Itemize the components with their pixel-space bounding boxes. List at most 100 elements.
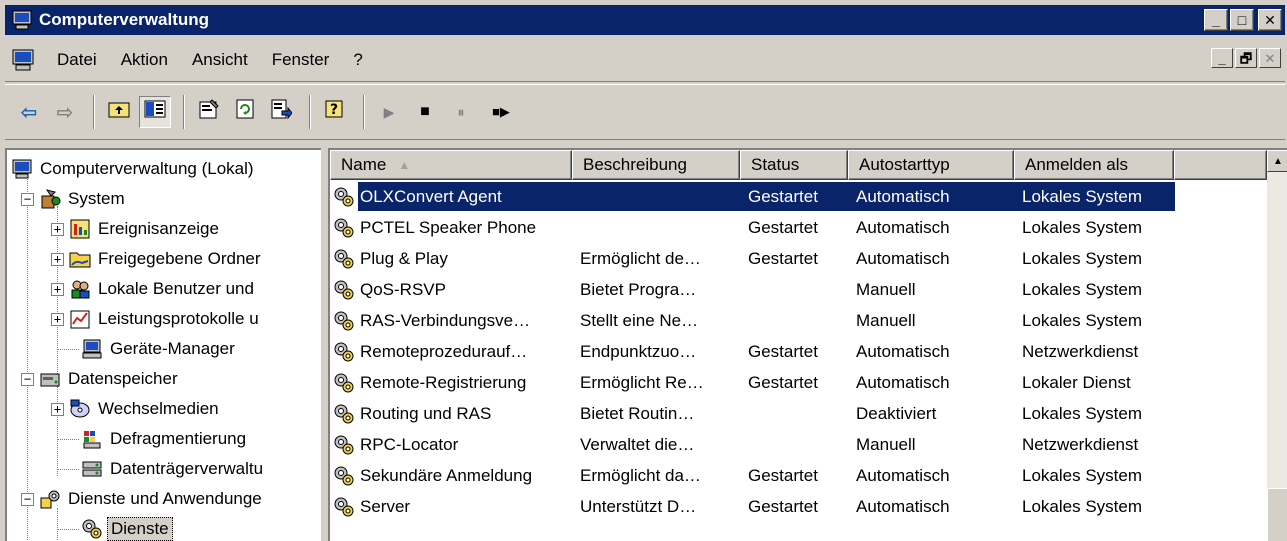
service-row[interactable]: PCTEL Speaker Phone Gestartet Automatisch L… — [330, 212, 1174, 243]
tree-item-device-manager[interactable]: Geräte-Manager — [81, 334, 238, 364]
column-description[interactable]: Beschreibung — [572, 150, 740, 180]
export-list-button[interactable] — [265, 96, 297, 128]
cell-description: Endpunktzuo… — [580, 341, 697, 361]
tree-item-label: Lokale Benutzer und — [98, 279, 254, 298]
cell-description: Bietet Routin… — [580, 403, 695, 423]
service-row[interactable]: OLXConvert Agent Gestartet Automatisch Loka… — [330, 181, 1175, 212]
toolbar-separator — [183, 95, 185, 129]
collapse-toggle[interactable]: − — [21, 192, 34, 206]
column-status[interactable]: Status — [740, 150, 848, 180]
properties-button[interactable] — [193, 96, 225, 128]
scroll-thumb[interactable] — [1267, 488, 1287, 541]
column-label: Anmelden als — [1025, 155, 1129, 174]
service-gear-icon — [332, 464, 356, 488]
tree-item-services[interactable]: Dienste — [81, 514, 173, 541]
toolbar: ⇦ ⇨ ? ▶ ■ ⏸ ■▶ — [5, 84, 1285, 140]
cell-status: Gestartet — [748, 186, 818, 206]
tree-item-storage[interactable]: − Datenspeicher — [21, 364, 181, 394]
tree-item-shared-folders[interactable]: + Freigegebene Ordner — [51, 244, 264, 274]
scroll-up-button[interactable]: ▲ — [1267, 150, 1287, 172]
stop-service-button[interactable]: ■ — [409, 96, 441, 128]
expand-toggle[interactable]: + — [51, 282, 64, 296]
expand-toggle[interactable]: + — [51, 402, 64, 416]
column-startup-type[interactable]: Autostarttyp — [848, 150, 1014, 180]
start-service-button[interactable]: ▶ — [373, 96, 405, 128]
restart-service-button[interactable]: ■▶ — [481, 96, 521, 128]
menu-aktion[interactable]: Aktion — [109, 50, 180, 70]
tree-item-label: Defragmentierung — [110, 429, 247, 448]
forward-button[interactable]: ⇨ — [49, 96, 81, 128]
tree-item-removable-media[interactable]: + Wechselmedien — [51, 394, 222, 424]
service-row[interactable]: Routing und RAS Bietet Routin… Deaktiviert… — [330, 398, 1174, 429]
up-level-button[interactable] — [103, 96, 135, 128]
tree-item-label: Dienste und Anwendunge — [68, 489, 262, 508]
show-hide-tree-button[interactable] — [139, 96, 171, 128]
cell-startup-type: Manuell — [856, 434, 916, 454]
collapse-toggle[interactable]: − — [21, 492, 34, 506]
child-minimize-button[interactable]: _ — [1211, 48, 1233, 68]
cell-logon-as: Lokaler Dienst — [1022, 372, 1131, 392]
tree-item-local-users[interactable]: + Lokale Benutzer und — [51, 274, 257, 304]
minimize-button[interactable]: _ — [1204, 9, 1228, 31]
back-button[interactable]: ⇦ — [13, 96, 45, 128]
expand-toggle[interactable]: + — [51, 222, 64, 236]
refresh-button[interactable] — [229, 96, 261, 128]
tree-item-disk-management[interactable]: Datenträgerverwaltu — [81, 454, 266, 484]
column-logon-as[interactable]: Anmelden als — [1014, 150, 1174, 180]
menu-datei[interactable]: Datei — [45, 50, 109, 70]
service-gear-icon — [332, 247, 356, 271]
cell-name: Remoteprozedurauf… — [360, 341, 528, 361]
child-restore-button[interactable]: 🗗 — [1235, 48, 1257, 68]
cell-name: Routing und RAS — [360, 403, 492, 423]
cell-logon-as: Lokales System — [1022, 248, 1142, 268]
services-icon — [81, 518, 103, 540]
menu-fenster[interactable]: Fenster — [260, 50, 342, 70]
cell-startup-type: Automatisch — [856, 465, 950, 485]
cell-logon-as: Lokales System — [1022, 496, 1142, 516]
column-label: Autostarttyp — [859, 155, 950, 174]
tree-item-label: Computerverwaltung (Lokal) — [40, 159, 254, 178]
tree-item-root[interactable]: Computerverwaltung (Lokal) — [11, 154, 257, 184]
console-icon[interactable] — [11, 48, 35, 72]
service-gear-icon — [332, 371, 356, 395]
service-row[interactable]: Plug & Play Ermöglicht de… Gestartet Automa… — [330, 243, 1174, 274]
tree-item-services-apps[interactable]: − Dienste und Anwendunge — [21, 484, 265, 514]
cell-name: RPC-Locator — [360, 434, 459, 454]
computer-icon — [11, 158, 33, 180]
cell-name: PCTEL Speaker Phone — [360, 217, 537, 237]
service-row[interactable]: Remoteprozedurauf… Endpunktzuo… Gestartet A… — [330, 336, 1174, 367]
cell-logon-as: Netzwerkdienst — [1022, 341, 1139, 361]
menu-ansicht[interactable]: Ansicht — [180, 50, 260, 70]
expand-toggle[interactable]: + — [51, 312, 64, 326]
expand-toggle[interactable]: + — [51, 252, 64, 266]
maximize-button[interactable]: □ — [1230, 9, 1254, 31]
service-row[interactable]: QoS-RSVP Bietet Progra… Manuell Lokales Sys… — [330, 274, 1174, 305]
cell-startup-type: Manuell — [856, 310, 916, 330]
service-row[interactable]: Remote-Registrierung Ermöglicht Re… Gestar… — [330, 367, 1174, 398]
tree-item-label: Ereignisanzeige — [98, 219, 219, 238]
column-name[interactable]: Name ▲ — [330, 150, 572, 180]
title-bar[interactable]: Computerverwaltung _ □ ✕ — [5, 5, 1285, 35]
tree-item-defrag[interactable]: Defragmentierung — [81, 424, 249, 454]
tree-item-performance-logs[interactable]: + Leistungsprotokolle u — [51, 304, 262, 334]
cell-startup-type: Automatisch — [856, 186, 950, 206]
service-row[interactable]: Sekundäre Anmeldung Ermöglicht da… Gestart… — [330, 460, 1174, 491]
service-row[interactable]: RAS-Verbindungsve… Stellt eine Ne… Manuell… — [330, 305, 1174, 336]
vertical-scrollbar[interactable]: ▲ — [1267, 150, 1287, 541]
pause-service-button[interactable]: ⏸ — [445, 96, 477, 128]
storage-icon — [39, 368, 61, 390]
disk-management-icon — [81, 458, 103, 480]
tools-icon — [39, 188, 61, 210]
service-row[interactable]: RPC-Locator Verwaltet die… Manuell Netzwerk… — [330, 429, 1174, 460]
tree-item-system[interactable]: − System — [21, 184, 128, 214]
child-close-button[interactable]: ✕ — [1259, 48, 1281, 68]
cell-status: Gestartet — [748, 217, 818, 237]
cell-status: Gestartet — [748, 372, 818, 392]
menu-help[interactable]: ? — [341, 50, 374, 70]
close-button[interactable]: ✕ — [1258, 9, 1282, 31]
help-button[interactable]: ? — [319, 96, 351, 128]
service-row[interactable]: Server Unterstützt D… Gestartet Automatisch… — [330, 491, 1174, 522]
collapse-toggle[interactable]: − — [21, 372, 34, 386]
tree-item-event-viewer[interactable]: + Ereignisanzeige — [51, 214, 222, 244]
help-icon: ? — [324, 98, 346, 126]
